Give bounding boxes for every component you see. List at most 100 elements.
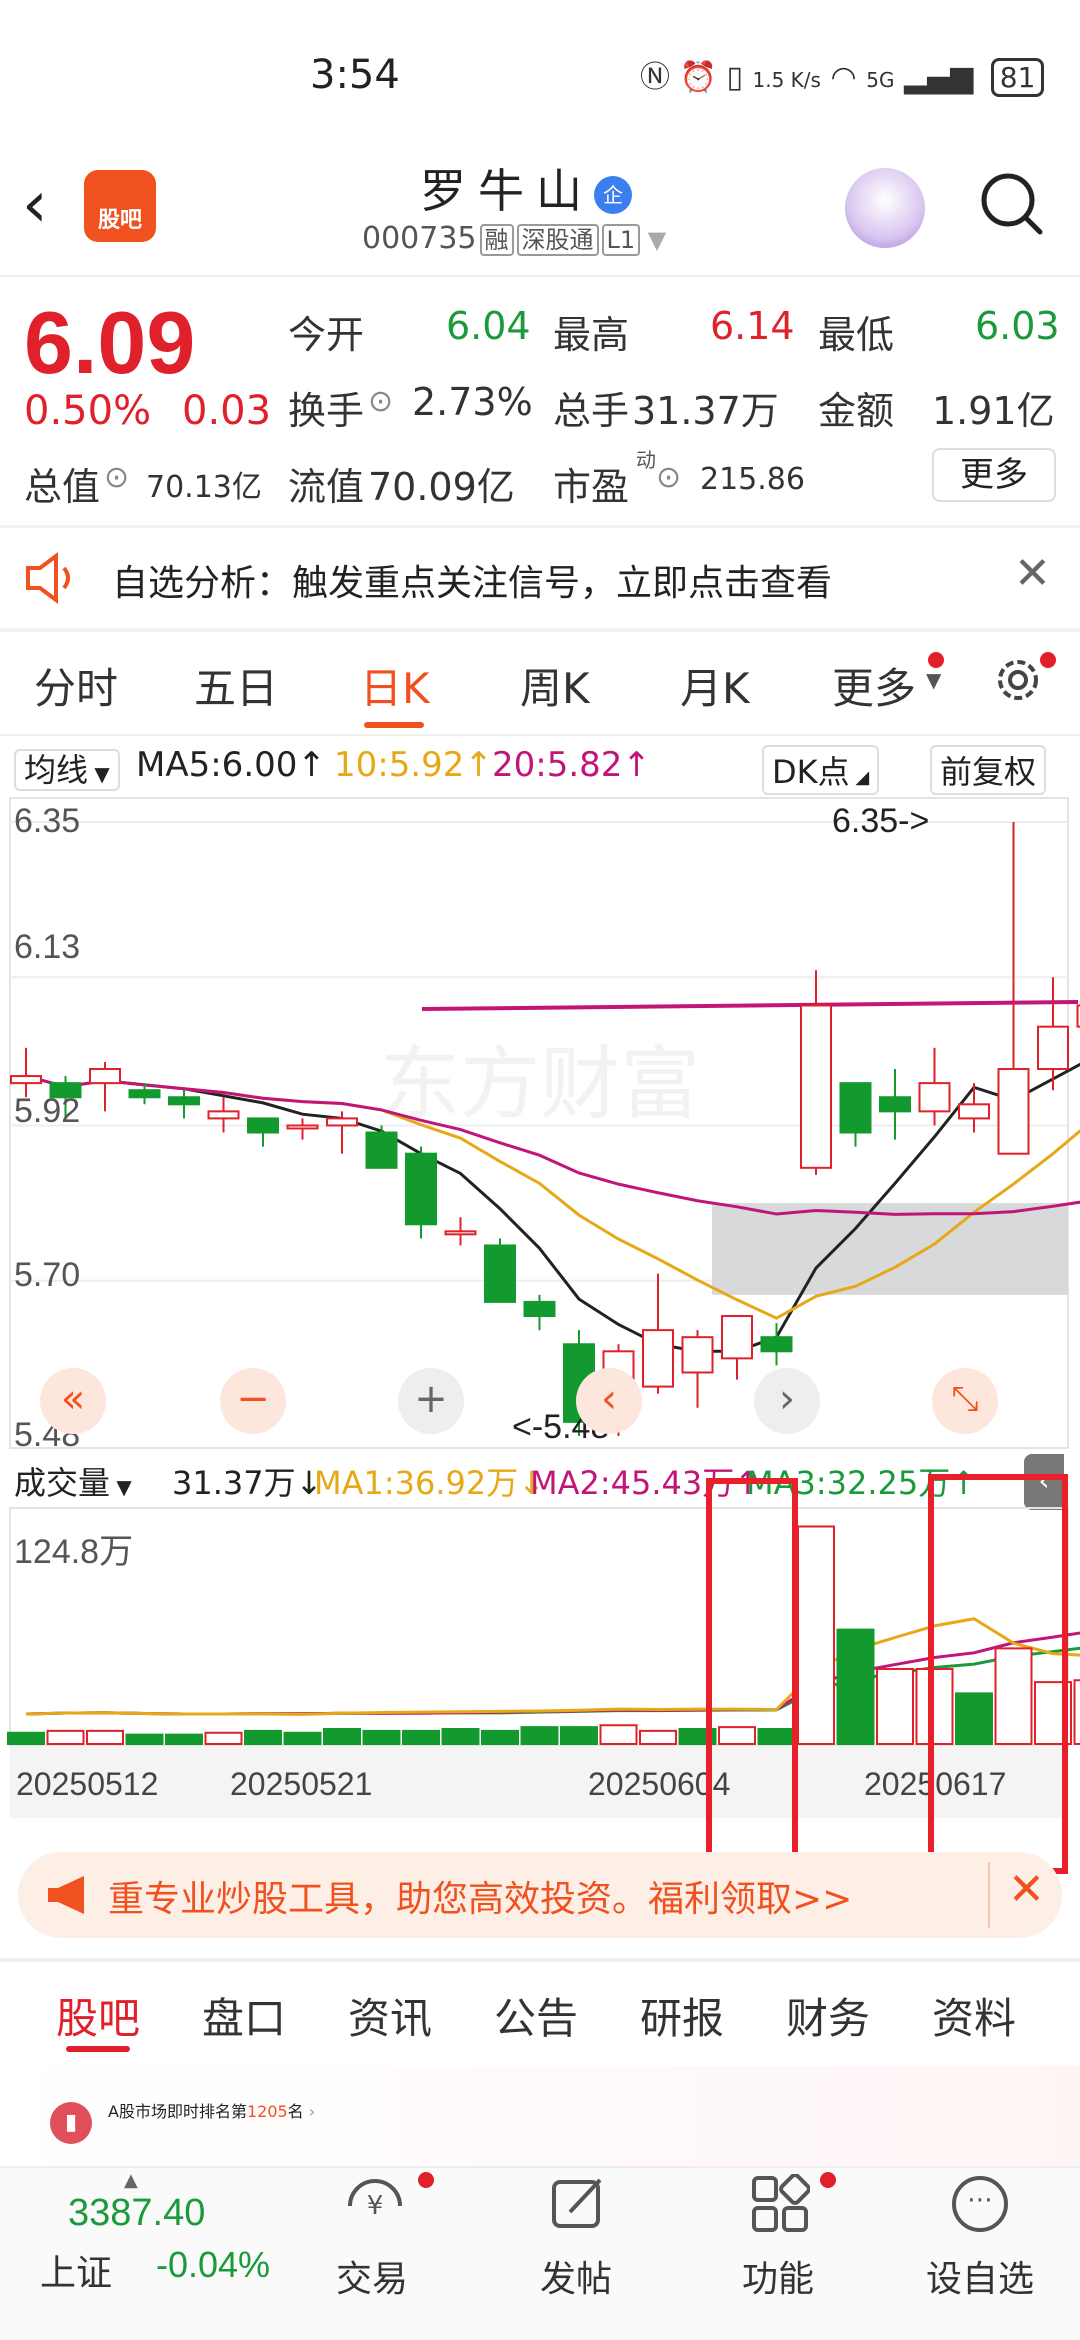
- candle-body: [326, 1117, 358, 1127]
- candle-body: [879, 1096, 911, 1113]
- volume-selector[interactable]: 成交量 ▼: [14, 1458, 132, 1504]
- vol-ma1: MA1:36.92万↓: [314, 1464, 546, 1502]
- last-price: 6.09: [24, 293, 196, 392]
- status-icons: Ⓝ ⏰ ▯ 1.5 K/s ◠ 5G ▂▄▆ 81: [640, 52, 1045, 97]
- rewind-button[interactable]: «: [40, 1368, 106, 1434]
- tag-level: L1: [601, 224, 641, 256]
- trade-icon[interactable]: ¥: [340, 2176, 410, 2232]
- signal-icon: ▂▄▆: [904, 60, 974, 95]
- candle-body: [918, 1082, 951, 1113]
- tab-intraday[interactable]: 分时: [34, 655, 118, 716]
- candle-body: [168, 1096, 200, 1106]
- open-label: 今开: [288, 313, 365, 357]
- tab-underline: [66, 2046, 130, 2052]
- fullscreen-icon[interactable]: ⤡: [932, 1368, 998, 1434]
- volume-bar: [599, 1724, 638, 1745]
- volume-bar: [639, 1729, 677, 1745]
- tab-financials[interactable]: 财务: [786, 1985, 870, 2046]
- robot-avatar[interactable]: [845, 168, 925, 248]
- stock-code-row[interactable]: 000735 融深股通 L1 ▼: [362, 220, 666, 256]
- tab-market-depth[interactable]: 盘口: [202, 1985, 286, 2046]
- tab-more[interactable]: 更多: [832, 655, 916, 716]
- volume-bar: [165, 1733, 203, 1745]
- volume-max-label: 124.8万: [14, 1533, 134, 1571]
- price-axis-label: 6.35: [14, 802, 81, 840]
- divider: [0, 628, 1080, 632]
- notification-dot: [928, 652, 944, 668]
- more-button[interactable]: 更多: [932, 448, 1056, 502]
- nav-post[interactable]: 发帖: [540, 2250, 612, 2302]
- close-icon[interactable]: ✕: [1008, 1864, 1045, 1915]
- nav-add-favorite[interactable]: 设自选: [926, 2250, 1034, 2302]
- float-value: 70.09亿: [368, 465, 515, 509]
- index-name: 上证: [40, 2253, 113, 2294]
- svg-text:¥: ¥: [367, 2191, 384, 2221]
- index-value[interactable]: 3387.40: [68, 2192, 205, 2235]
- edit-icon[interactable]: [548, 2174, 608, 2234]
- tab-underline: [364, 722, 424, 728]
- info-icon[interactable]: ⊙: [656, 460, 681, 495]
- open-value: 6.04: [446, 304, 531, 348]
- volume-value: 31.37万: [632, 389, 779, 433]
- dk-point-button[interactable]: DK点 ◢: [762, 745, 880, 795]
- divider: [988, 1862, 990, 1928]
- chevron-down-icon: ▼: [110, 1475, 132, 1499]
- ma-selector[interactable]: 均线 ▼: [14, 745, 120, 791]
- volume-label: 总手: [553, 389, 630, 433]
- candle-body: [286, 1124, 319, 1130]
- tab-weekly-k[interactable]: 周K: [520, 655, 590, 716]
- tab-monthly-k[interactable]: 月K: [680, 655, 750, 716]
- zoom-in-button[interactable]: +: [398, 1368, 464, 1434]
- alert-banner[interactable]: 自选分析：触发重点关注信号，立即点击查看 ✕: [0, 528, 1080, 628]
- volume-bar: [323, 1728, 361, 1745]
- search-icon[interactable]: [978, 170, 1044, 236]
- ma5-value: MA5:6.00↑: [136, 745, 326, 785]
- volume-bar: [244, 1729, 282, 1745]
- tag-sz-connect: 深股通: [516, 224, 599, 256]
- candlestick-chart[interactable]: 东方财富: [0, 796, 1080, 1451]
- speaker-icon: [26, 552, 70, 604]
- candle-body: [681, 1336, 714, 1374]
- ma-dropdown[interactable]: 均线 ▼: [14, 749, 120, 791]
- volume-bar: [283, 1731, 322, 1745]
- promo-banner[interactable]: 重专业炒股工具，助您高效投资。福利领取>> ✕: [18, 1852, 1062, 1938]
- close-icon[interactable]: ✕: [1014, 548, 1051, 599]
- adjust-button[interactable]: 前复权: [930, 745, 1047, 795]
- notification-dot: [1040, 652, 1056, 668]
- grid-icon[interactable]: [750, 2174, 810, 2234]
- tab-guba[interactable]: 股吧: [56, 1985, 140, 2046]
- rank-number: 1205: [246, 2102, 288, 2121]
- volume-bar: [46, 1729, 85, 1745]
- nav-trade[interactable]: 交易: [336, 2250, 408, 2302]
- info-icon[interactable]: ⊙: [104, 460, 129, 495]
- chevron-down-icon: ▼: [640, 226, 667, 254]
- low-label: 最低: [818, 313, 895, 357]
- guba-logo[interactable]: 股吧: [84, 170, 156, 242]
- promo-text: 重专业炒股工具，助您高效投资。福利领取>>: [108, 1879, 853, 1920]
- back-button[interactable]: ‹: [22, 173, 72, 245]
- step-forward-button[interactable]: ›: [754, 1368, 820, 1434]
- float-label: 流值: [288, 465, 365, 509]
- step-back-button[interactable]: ‹: [576, 1368, 642, 1434]
- chevron-down-icon: ▼: [88, 762, 110, 786]
- candle-body: [207, 1110, 240, 1120]
- tab-profile[interactable]: 资料: [932, 1985, 1016, 2046]
- nav-functions[interactable]: 功能: [742, 2250, 814, 2302]
- volume-bar: [520, 1726, 559, 1745]
- turnover-label: 换手: [288, 389, 365, 433]
- ma-label: 均线: [24, 751, 89, 789]
- alert-text: 自选分析：触发重点关注信号，立即点击查看: [112, 563, 833, 604]
- more-icon[interactable]: ⋯: [952, 2176, 1008, 2232]
- info-icon[interactable]: ⊙: [368, 384, 393, 419]
- gear-icon[interactable]: [990, 652, 1046, 708]
- tab-five-day[interactable]: 五日: [194, 655, 278, 716]
- tab-news[interactable]: 资讯: [348, 1985, 432, 2046]
- tab-announcements[interactable]: 公告: [494, 1985, 578, 2046]
- volume-bar: [362, 1729, 401, 1745]
- index-change: -0.04%: [156, 2244, 271, 2285]
- tab-daily-k[interactable]: 日K: [360, 655, 430, 716]
- tab-research[interactable]: 研报: [640, 1985, 724, 2046]
- candle-body: [10, 1075, 42, 1085]
- zoom-out-button[interactable]: −: [220, 1368, 286, 1434]
- rank-suffix: 名: [287, 2102, 304, 2121]
